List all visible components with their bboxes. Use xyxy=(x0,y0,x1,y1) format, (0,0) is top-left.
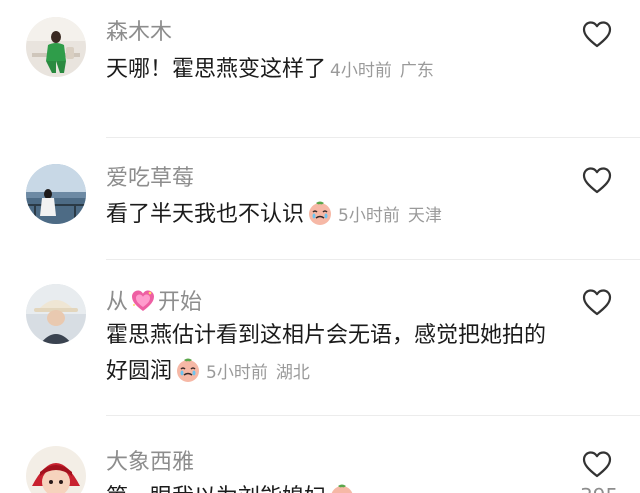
comment-item: 大象西雅 第一眼我以为刘能媳妇 395 xyxy=(0,416,640,493)
avatar[interactable] xyxy=(26,164,86,224)
comment-text: 天哪！霍思燕变这样了 4小时前 广东 xyxy=(106,52,566,89)
avatar[interactable] xyxy=(26,17,86,77)
avatar[interactable] xyxy=(26,446,86,493)
crying-face-emoji xyxy=(306,199,334,227)
username[interactable]: 爱吃草莓 xyxy=(106,166,194,192)
comment-meta: 5小时前 湖北 xyxy=(206,363,310,383)
comment-body: 天哪！霍思燕变这样了 xyxy=(106,57,327,82)
like-button[interactable] xyxy=(582,20,612,48)
username[interactable]: 森木木 xyxy=(106,20,172,46)
like-button[interactable] xyxy=(582,166,612,194)
username-prefix: 从 xyxy=(106,290,129,315)
heart-outline-icon xyxy=(582,167,612,194)
comment-time: 4小时前 xyxy=(330,61,392,81)
comment-location: 广东 xyxy=(399,61,434,81)
crying-face-emoji xyxy=(328,482,356,493)
comment-text: 看了半天我也不认识 5小时前 天津 xyxy=(106,197,566,234)
comment-time: 5小时前 xyxy=(206,363,268,383)
heart-outline-icon xyxy=(582,21,612,48)
crying-face-emoji xyxy=(174,356,202,384)
username-suffix: 开始 xyxy=(158,290,203,315)
avatar[interactable] xyxy=(26,284,86,344)
comment-location: 湖北 xyxy=(275,363,310,383)
comment-body: 霍思燕估计看到这相片会无语，感觉把她拍的好圆润 xyxy=(106,323,547,384)
comment-time: 5小时前 xyxy=(338,206,400,226)
comment-body: 第一眼我以为刘能媳妇 xyxy=(106,485,326,493)
comment-item: 从 开始 霍思燕估计看到这相片会无语，感觉把她拍的好圆润 5小时前 湖北 xyxy=(0,260,640,416)
comment-item: 森木木 天哪！霍思燕变这样了 4小时前 广东 xyxy=(0,0,640,138)
comment-meta: 4小时前 广东 xyxy=(330,61,434,81)
comment-feed: 森木木 天哪！霍思燕变这样了 4小时前 广东 爱吃草莓 看了半天我也不认识 5小… xyxy=(0,0,640,493)
comment-text: 霍思燕估计看到这相片会无语，感觉把她拍的好圆润 5小时前 湖北 xyxy=(106,318,566,391)
heart-outline-icon xyxy=(582,289,612,316)
comment-text: 第一眼我以为刘能媳妇 xyxy=(106,480,566,493)
like-button[interactable] xyxy=(582,450,612,478)
heart-outline-icon xyxy=(582,451,612,478)
comment-meta: 5小时前 天津 xyxy=(338,206,442,226)
like-button[interactable] xyxy=(582,288,612,316)
like-count: 395 xyxy=(580,484,618,493)
username[interactable]: 从 开始 xyxy=(106,288,202,316)
username[interactable]: 大象西雅 xyxy=(106,450,194,476)
sparkling-heart-emoji xyxy=(130,288,156,314)
comment-item: 爱吃草莓 看了半天我也不认识 5小时前 天津 xyxy=(0,138,640,260)
comment-location: 天津 xyxy=(407,206,442,226)
comment-body: 看了半天我也不认识 xyxy=(106,202,305,227)
